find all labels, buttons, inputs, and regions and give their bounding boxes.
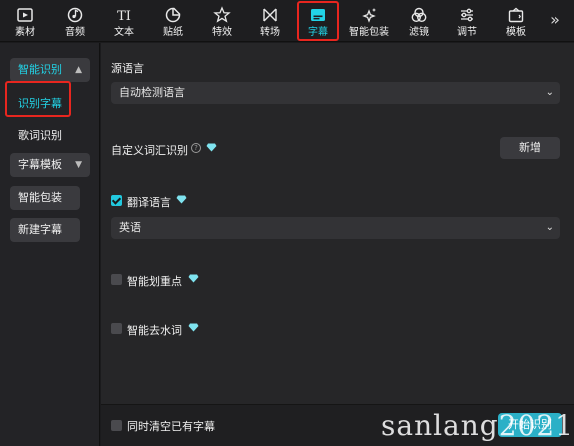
chevron-down-icon: ▼ — [75, 160, 82, 170]
svg-text:TI: TI — [117, 9, 131, 24]
subtitle-sidebar: 智能识别 ▲ 识别字幕 歌词识别 字幕模板 ▼ 智能包装 新建字幕 — [0, 43, 100, 446]
filter-icon — [411, 7, 427, 23]
sidebar-new-subtitle-button[interactable]: 新建字幕 — [10, 218, 80, 242]
translate-label: 翻译语言 — [127, 196, 171, 209]
chevron-up-icon: ▲ — [75, 65, 82, 75]
tool-label: 素材 — [15, 27, 35, 38]
clear-existing-checkbox[interactable] — [111, 420, 122, 431]
tool-label: 转场 — [260, 27, 280, 38]
sidebar-smart-pack-button[interactable]: 智能包装 — [10, 186, 80, 210]
media-icon — [17, 8, 33, 22]
more-tools-button[interactable]: » — [545, 10, 565, 30]
sidebar-group-label: 字幕模板 — [18, 158, 62, 171]
tool-label: 滤镜 — [409, 27, 429, 38]
tool-label: 贴纸 — [163, 27, 183, 38]
sticker-icon — [165, 7, 181, 23]
tool-smart-pack[interactable]: 智能包装 — [346, 0, 392, 42]
chevron-down-icon: ⌄ — [545, 87, 554, 98]
target-language-select[interactable]: 英语 ⌄ — [111, 217, 560, 239]
effects-icon — [213, 6, 231, 23]
select-value: 英语 — [119, 221, 141, 234]
transition-icon — [263, 8, 277, 22]
tool-label: 特效 — [212, 27, 232, 38]
tool-label: 音频 — [65, 27, 85, 38]
sparkle-icon — [362, 8, 376, 23]
tool-effects[interactable]: 特效 — [203, 0, 241, 42]
sidebar-group-smart-recognition[interactable]: 智能识别 ▲ — [10, 58, 90, 82]
smart-highlight-checkbox[interactable] — [111, 274, 122, 285]
vip-gem-icon — [188, 323, 199, 332]
add-vocab-button[interactable]: 新增 — [500, 137, 560, 159]
highlight-box — [5, 81, 71, 117]
tool-filter[interactable]: 滤镜 — [400, 0, 438, 42]
tool-sticker[interactable]: 贴纸 — [154, 0, 192, 42]
template-icon — [508, 7, 524, 23]
vip-gem-icon — [176, 195, 187, 204]
tool-label: 模板 — [506, 27, 526, 38]
tool-subtitle[interactable]: 字幕 — [297, 0, 339, 42]
chevron-down-icon: ⌄ — [545, 222, 554, 233]
tool-label: 调节 — [457, 27, 477, 38]
top-toolbar: 素材 音频 TI 文本 贴纸 特效 转场 字幕 智能包装 滤镜 调节 模板 » — [0, 0, 574, 42]
clear-existing-label: 同时清空已有字幕 — [127, 420, 215, 433]
smart-highlight-label: 智能划重点 — [127, 275, 182, 288]
source-language-label: 源语言 — [111, 62, 144, 75]
remove-filler-checkbox[interactable] — [111, 323, 122, 334]
adjust-icon — [461, 8, 473, 22]
music-icon — [67, 7, 83, 23]
select-value: 自动检测语言 — [119, 86, 185, 99]
tool-audio[interactable]: 音频 — [56, 0, 94, 42]
recognize-settings-panel: 源语言 自动检测语言 ⌄ 自定义词汇识别 ? 新增 翻译语言 英语 ⌄ 智能划重… — [101, 43, 574, 446]
tool-template[interactable]: 模板 — [497, 0, 535, 42]
help-icon[interactable]: ? — [191, 143, 201, 153]
remove-filler-label: 智能去水词 — [127, 324, 182, 337]
vip-gem-icon — [206, 143, 217, 152]
tool-media[interactable]: 素材 — [6, 0, 44, 42]
tool-transition[interactable]: 转场 — [251, 0, 289, 42]
tool-adjust[interactable]: 调节 — [448, 0, 486, 42]
highlight-box — [297, 1, 339, 41]
sidebar-item-lyrics[interactable]: 歌词识别 — [18, 127, 62, 143]
text-icon: TI — [117, 9, 131, 24]
tool-label: 文本 — [114, 27, 134, 38]
watermark-text: sanlang2021 — [381, 409, 574, 442]
vip-gem-icon — [188, 274, 199, 283]
custom-vocab-label: 自定义词汇识别 — [111, 144, 188, 157]
sidebar-group-label: 智能识别 — [18, 63, 62, 76]
translate-checkbox[interactable] — [111, 195, 122, 206]
source-language-select[interactable]: 自动检测语言 ⌄ — [111, 82, 560, 104]
panel-footer: 同时清空已有字幕 开始识别 sanlang2021 — [101, 404, 574, 446]
tool-text[interactable]: TI 文本 — [105, 0, 143, 42]
tool-label: 智能包装 — [349, 27, 389, 38]
sidebar-group-subtitle-template[interactable]: 字幕模板 ▼ — [10, 153, 90, 177]
